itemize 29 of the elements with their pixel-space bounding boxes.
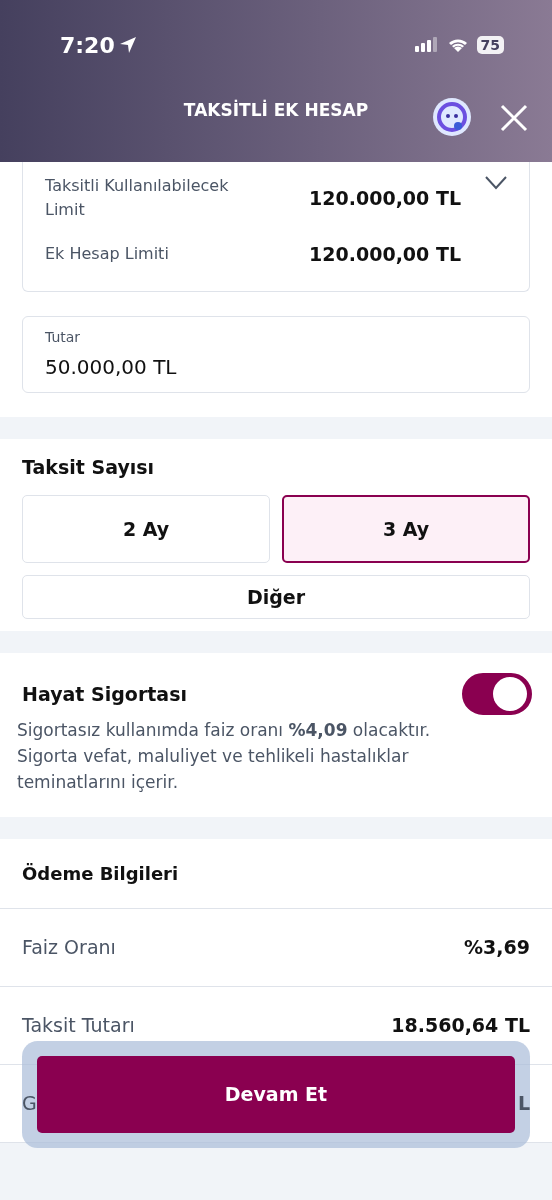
insurance-toggle[interactable] bbox=[462, 673, 532, 715]
payment-label: Taksit Tutarı bbox=[22, 1013, 135, 1039]
field-label: Tutar bbox=[45, 327, 82, 347]
status-time: 7:20 bbox=[60, 31, 115, 60]
limit-label: Taksitli Kullanılabilecek Limit bbox=[45, 175, 230, 221]
payment-label: G bbox=[22, 1091, 37, 1117]
payment-value: 18.560,64 TL bbox=[391, 1013, 530, 1039]
field-value: 50.000,00 TL bbox=[45, 353, 178, 381]
insurance-description: Sigortasız kullanımda faiz oranı %4,09 olacaktır. Sigorta vefat, maluliyet ve tehlikeli hastalıklar teminatlarını içerir. bbox=[17, 719, 432, 794]
section-title: Ödeme Bilgileri bbox=[22, 862, 179, 886]
header-title: TAKSİTLİ EK HESAP bbox=[183, 98, 369, 122]
chevron-icon[interactable] bbox=[485, 176, 507, 190]
other-option[interactable]: Diğer bbox=[22, 575, 530, 619]
location-arrow-icon bbox=[118, 36, 137, 54]
payment-value: L bbox=[517, 1091, 530, 1117]
limit-value: 120.000,00 TL bbox=[309, 242, 461, 267]
close-icon[interactable] bbox=[500, 104, 528, 132]
battery-indicator: 75 bbox=[476, 36, 504, 54]
payment-label: Faiz Oranı bbox=[22, 935, 116, 961]
signal-icon bbox=[414, 37, 439, 53]
limit-label: Ek Hesap Limiti bbox=[45, 243, 170, 266]
payment-value: %3,69 bbox=[464, 935, 530, 961]
installment-option[interactable]: 2 Ay bbox=[22, 495, 270, 563]
installment-option[interactable]: 3 Ay bbox=[282, 495, 530, 563]
section-title: Hayat Sigortası bbox=[22, 681, 187, 707]
amount-field[interactable]: Tutar 50.000,00 TL bbox=[22, 315, 530, 393]
assistant-icon[interactable] bbox=[432, 97, 472, 137]
section-title: Taksit Sayısı bbox=[22, 454, 156, 480]
limit-value: 120.000,00 TL bbox=[309, 185, 461, 211]
